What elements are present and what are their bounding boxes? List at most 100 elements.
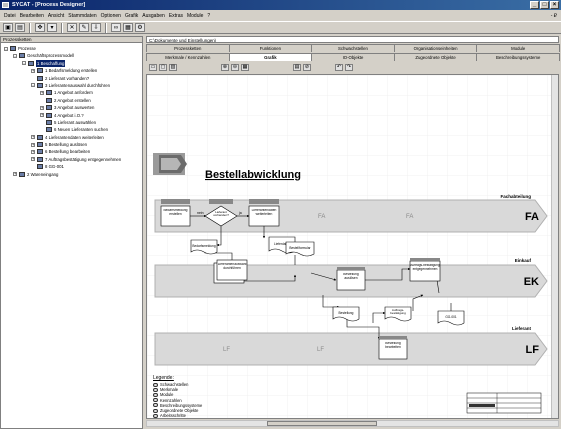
collapse-icon[interactable]: - (4, 46, 8, 51)
settings-icon[interactable]: ⚙ (135, 23, 145, 32)
tab-schwachstellen[interactable]: Schwachstellen (311, 44, 395, 52)
tab-merkmale-kennzahlen[interactable]: Merkmale / Kennzahlen (146, 53, 230, 61)
arrow-icon[interactable]: ▾ (47, 23, 57, 32)
layout-icon[interactable]: ▥ (169, 63, 177, 71)
tree-item[interactable]: +5 Bestellung auslösen (1, 141, 142, 148)
zoom-in-icon[interactable]: ⊕ (221, 63, 229, 71)
tree-item[interactable]: +4 Angebot i.O.? (1, 112, 142, 119)
tab-zugeordnete-objekte[interactable]: Zugeordnete Objekte (393, 53, 478, 61)
expand-icon[interactable]: + (40, 113, 44, 118)
menu-ausgaben[interactable]: Ausgaben (140, 13, 167, 19)
tree-item[interactable]: +2 Wareneingang (1, 171, 142, 178)
application-window: SYCAT - [Process Designer] _ □ × Datei B… (0, 0, 561, 429)
menu-optionen[interactable]: Optionen (99, 13, 123, 19)
delete-icon[interactable]: ✕ (67, 23, 77, 32)
expand-icon[interactable]: + (13, 172, 17, 177)
process-icon (46, 119, 52, 125)
tree-pane-header: Prozessketten (1, 37, 142, 43)
process-lieferantendaten-weiterleiten[interactable]: Lieferantendaten weiterleiten (248, 199, 280, 227)
binoculars-icon[interactable]: ∞ (111, 23, 121, 32)
lane-ghost-fa: FA (406, 214, 413, 220)
tree-item[interactable]: +6 Bestellung bearbeiten (1, 148, 142, 155)
tree-item-label: 2 Lieferant vorhanden? (45, 75, 90, 81)
save-icon[interactable]: ▣ (3, 23, 13, 32)
tree-item[interactable]: +7 Auftragsbestätigung entgegennehmen (1, 156, 142, 163)
tree-item[interactable]: +1 Angebot anfordern (1, 89, 142, 96)
maximize-button[interactable]: □ (540, 1, 549, 9)
attach-icon[interactable]: ⊘ (303, 63, 311, 71)
expand-icon[interactable]: + (31, 142, 35, 147)
expand-icon[interactable]: + (31, 68, 35, 73)
path-field[interactable]: C:\Dokumente und Einstellungen\ (146, 36, 559, 43)
menu-bearbeiten[interactable]: Bearbeiten (18, 13, 46, 19)
tab-io-objekte[interactable]: IO-Objekte (311, 53, 395, 61)
tree-item[interactable]: +3 Angebot auswerten (1, 104, 142, 111)
horizontal-scrollbar[interactable] (146, 420, 559, 427)
tab-organisationseinheiten[interactable]: Organisationseinheiten (393, 44, 478, 52)
tree-item[interactable]: - Geschäftsprozessmodell (1, 52, 142, 59)
expand-icon[interactable]: + (31, 135, 35, 140)
pin-icon[interactable]: ⇩ (91, 23, 101, 32)
tree-item-label: 1 Bedarfsmeldung erstellen (45, 68, 98, 74)
minimize-button[interactable]: _ (530, 1, 539, 9)
menu-extras[interactable]: Extras (167, 13, 185, 19)
mdi-controls[interactable]: - ₽ (549, 13, 561, 19)
edit-icon[interactable]: ✎ (79, 23, 89, 32)
redo-icon[interactable]: ↷ (345, 63, 353, 71)
tree-item[interactable]: - 3 Lieferantenauswahl durchführen (1, 82, 142, 89)
copy-icon[interactable]: ▢ (159, 63, 167, 71)
vertical-scrollbar[interactable] (551, 75, 558, 418)
tree-item[interactable]: 8 GG-001 (1, 163, 142, 170)
fit-icon[interactable]: ▦ (241, 63, 249, 71)
process-lieferantenauswahl[interactable]: Lieferantenauswahl durchführen (213, 259, 248, 284)
tree-item[interactable]: 5 Lieferant auswählen (1, 119, 142, 126)
collapse-icon[interactable]: - (22, 61, 26, 66)
print-preview-icon[interactable]: ▤ (293, 63, 301, 71)
expand-icon[interactable]: + (40, 105, 44, 110)
process-auftragsbestaetigung[interactable]: Auftrags-bestätigung entgegennehmen (409, 258, 441, 282)
tab-row-1: Prozessketten Funktionen Schwachstellen … (146, 44, 560, 52)
close-button[interactable]: × (550, 1, 559, 9)
tree-item[interactable]: 2 Angebot erstellen (1, 97, 142, 104)
process-bedarfsmeldung-erstellen[interactable]: Bedarfsmeldung erstellen (160, 199, 191, 227)
expand-icon[interactable]: + (31, 149, 35, 154)
diagram-icon[interactable]: ▭ (149, 63, 157, 71)
tree-item[interactable]: - Prozesse (1, 45, 142, 52)
undo-icon[interactable]: ↶ (335, 63, 343, 71)
tree-item[interactable]: - 1 Beschaffung (1, 59, 142, 68)
tree-item[interactable]: 6 Neuen Lieferanten suchen (1, 126, 142, 133)
tab-beschreibungssysteme[interactable]: Beschreibungssysteme (476, 53, 560, 61)
menu-stammdaten[interactable]: Stammdaten (66, 13, 98, 19)
tree-item[interactable]: +4 Lieferantendaten weiterleiten (1, 134, 142, 141)
lane-label-einkauf: Einkauf (515, 258, 532, 263)
process-bestellung-bearbeiten[interactable]: Bestellung bearbeiten (378, 336, 408, 360)
print-icon[interactable]: ▤ (15, 23, 25, 32)
collapse-icon[interactable]: - (31, 83, 35, 88)
expand-icon[interactable]: + (40, 90, 44, 95)
menu-datei[interactable]: Datei (2, 13, 18, 19)
tab-funktionen[interactable]: Funktionen (228, 44, 313, 52)
tree-item-label: Geschäftsprozessmodell (27, 53, 75, 59)
menu-ansicht[interactable]: Ansicht (46, 13, 66, 19)
tree-item[interactable]: +1 Bedarfsmeldung erstellen (1, 67, 142, 74)
document-label: Bedarfsmeldung (192, 244, 215, 248)
grid-icon[interactable]: ▦ (123, 23, 133, 32)
expand-icon[interactable]: + (31, 157, 35, 162)
collapse-icon[interactable]: - (13, 53, 17, 58)
move-icon[interactable]: ✥ (35, 23, 45, 32)
lane-ghost-lf: LF (223, 347, 230, 353)
zoom-out-icon[interactable]: ⊖ (231, 63, 239, 71)
menu-help[interactable]: ? (205, 13, 212, 19)
menu-grafik[interactable]: Grafik (123, 13, 140, 19)
decision-label: Lieferant vorhanden? (213, 211, 229, 218)
tab-module[interactable]: Module (476, 44, 560, 52)
scrollbar-thumb[interactable] (267, 421, 377, 426)
diagram-canvas[interactable]: Bestellabwicklung Fachabteilung FA FA FA… (146, 74, 559, 419)
tree-item-label: 1 Beschaffung (36, 59, 66, 68)
tree-item[interactable]: 2 Lieferant vorhanden? (1, 75, 142, 82)
process-bestellung-ausloesen[interactable]: Bestellung auslösen (336, 267, 366, 291)
tab-grafik[interactable]: Grafik (228, 53, 313, 61)
menu-module[interactable]: Module (185, 13, 205, 19)
process-icon (46, 97, 52, 103)
tab-prozessketten[interactable]: Prozessketten (146, 44, 230, 52)
